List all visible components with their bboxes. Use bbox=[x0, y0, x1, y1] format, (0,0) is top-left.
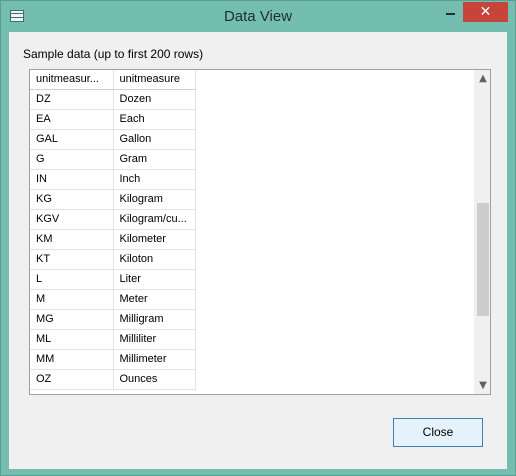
cell-unitmeasure[interactable]: Gram bbox=[113, 149, 196, 170]
close-icon: ✕ bbox=[479, 4, 492, 20]
cell-unitmeasure[interactable]: Gallon bbox=[113, 129, 196, 150]
cell-unitmeasurecode[interactable]: MM bbox=[30, 349, 114, 370]
dialog-body: Sample data (up to first 200 rows) unitm… bbox=[9, 32, 507, 469]
scroll-down-button[interactable]: ▼ bbox=[475, 377, 490, 394]
table-row[interactable]: MG Milligram bbox=[30, 309, 196, 330]
table-row[interactable]: ML Milliliter bbox=[30, 329, 196, 350]
scroll-thumb[interactable] bbox=[477, 203, 489, 316]
header-row: unitmeasur... unitmeasure bbox=[30, 70, 196, 90]
table-row[interactable]: MM Millimeter bbox=[30, 349, 196, 370]
minimize-button[interactable] bbox=[437, 2, 463, 22]
scroll-down-icon: ▼ bbox=[479, 380, 487, 391]
cell-unitmeasurecode[interactable]: KM bbox=[30, 229, 114, 250]
vertical-scrollbar[interactable]: ▲ ▼ bbox=[474, 70, 490, 394]
cell-unitmeasure[interactable]: Kilogram bbox=[113, 189, 196, 210]
table-row[interactable]: EA Each bbox=[30, 109, 196, 130]
table-row[interactable]: KGV Kilogram/cu... bbox=[30, 209, 196, 230]
cell-unitmeasurecode[interactable]: ML bbox=[30, 329, 114, 350]
table-row[interactable]: KT Kiloton bbox=[30, 249, 196, 270]
cell-unitmeasurecode[interactable]: L bbox=[30, 269, 114, 290]
cell-unitmeasure[interactable]: Milligram bbox=[113, 309, 196, 330]
cell-unitmeasurecode[interactable]: M bbox=[30, 289, 114, 310]
cell-unitmeasure[interactable]: Kiloton bbox=[113, 249, 196, 270]
cell-unitmeasurecode[interactable]: G bbox=[30, 149, 114, 170]
data-table: unitmeasur... unitmeasure DZ Dozen EA Each G… bbox=[30, 70, 196, 390]
cell-unitmeasure[interactable]: Kilometer bbox=[113, 229, 196, 250]
column-header-unitmeasure[interactable]: unitmeasure bbox=[113, 70, 196, 90]
close-button[interactable]: Close bbox=[393, 418, 483, 447]
table-row[interactable]: G Gram bbox=[30, 149, 196, 170]
table-row[interactable]: KM Kilometer bbox=[30, 229, 196, 250]
table-row[interactable]: M Meter bbox=[30, 289, 196, 310]
scroll-up-button[interactable]: ▲ bbox=[475, 70, 490, 87]
cell-unitmeasurecode[interactable]: KGV bbox=[30, 209, 114, 230]
cell-unitmeasure[interactable]: Liter bbox=[113, 269, 196, 290]
cell-unitmeasure[interactable]: Millimeter bbox=[113, 349, 196, 370]
cell-unitmeasure[interactable]: Dozen bbox=[113, 89, 196, 110]
data-grid[interactable]: unitmeasur... unitmeasure DZ Dozen EA Each G… bbox=[29, 69, 491, 395]
cell-unitmeasurecode[interactable]: IN bbox=[30, 169, 114, 190]
cell-unitmeasurecode[interactable]: OZ bbox=[30, 369, 114, 390]
cell-unitmeasure[interactable]: Ounces bbox=[113, 369, 196, 390]
cell-unitmeasure[interactable]: Milliliter bbox=[113, 329, 196, 350]
cell-unitmeasurecode[interactable]: EA bbox=[30, 109, 114, 130]
table-row[interactable]: L Liter bbox=[30, 269, 196, 290]
cell-unitmeasure[interactable]: Each bbox=[113, 109, 196, 130]
title-bar[interactable]: Data View ✕ bbox=[1, 1, 515, 32]
table-row[interactable]: DZ Dozen bbox=[30, 89, 196, 110]
table-row[interactable]: IN Inch bbox=[30, 169, 196, 190]
column-header-unitmeasurecode[interactable]: unitmeasur... bbox=[30, 70, 114, 90]
table-row[interactable]: OZ Ounces bbox=[30, 369, 196, 390]
cell-unitmeasure[interactable]: Inch bbox=[113, 169, 196, 190]
cell-unitmeasure[interactable]: Kilogram/cu... bbox=[113, 209, 196, 230]
cell-unitmeasurecode[interactable]: MG bbox=[30, 309, 114, 330]
cell-unitmeasurecode[interactable]: KT bbox=[30, 249, 114, 270]
data-view-window: Data View ✕ Sample data (up to first 200… bbox=[0, 0, 516, 476]
window-close-button[interactable]: ✕ bbox=[463, 2, 508, 22]
sample-data-caption: Sample data (up to first 200 rows) bbox=[23, 47, 204, 61]
scroll-up-icon: ▲ bbox=[479, 73, 487, 84]
cell-unitmeasurecode[interactable]: GAL bbox=[30, 129, 114, 150]
cell-unitmeasurecode[interactable]: DZ bbox=[30, 89, 114, 110]
cell-unitmeasure[interactable]: Meter bbox=[113, 289, 196, 310]
cell-unitmeasurecode[interactable]: KG bbox=[30, 189, 114, 210]
table-row[interactable]: GAL Gallon bbox=[30, 129, 196, 150]
table-row[interactable]: KG Kilogram bbox=[30, 189, 196, 210]
